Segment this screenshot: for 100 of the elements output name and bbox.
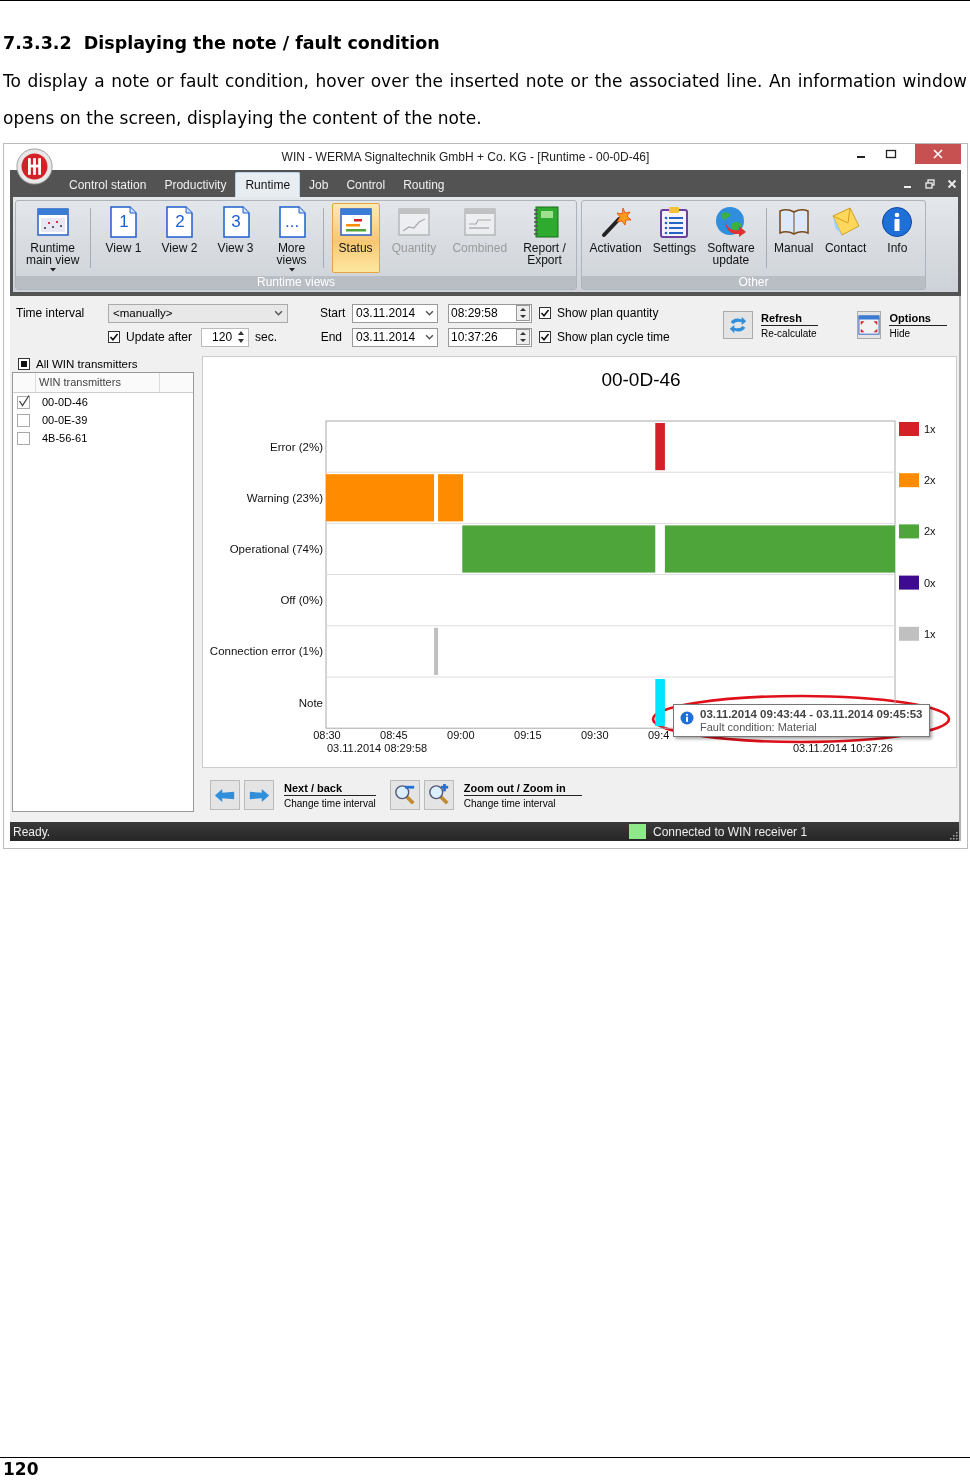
menu-tab[interactable]: Control station xyxy=(60,173,156,197)
toolbar-button[interactable] xyxy=(210,780,240,810)
menu-tab[interactable]: Job xyxy=(300,173,338,197)
axis-tick-label: 09:30 xyxy=(581,729,609,741)
legend-count: 1x xyxy=(924,627,936,640)
axis-tick-label: 08:45 xyxy=(380,729,408,741)
nav-title[interactable]: Next / back xyxy=(284,781,376,796)
magic-wand-icon xyxy=(599,206,632,238)
page-number: 1 xyxy=(118,212,130,232)
paragraph: To display a note or fault condition, hover over the inserted note or the associated line. An information window opens on the screen, displaying the content of the note. xyxy=(3,70,967,130)
ribbon-button[interactable]: Settings xyxy=(648,203,701,273)
interval-dropdown[interactable]: <manually> xyxy=(108,303,288,323)
toolbar-button[interactable] xyxy=(423,780,454,810)
info-icon xyxy=(680,711,694,725)
line-chart-window-icon xyxy=(398,206,430,238)
page-number: ... xyxy=(283,212,301,232)
list-item[interactable]: 00-0E-39 xyxy=(42,414,88,426)
row-label: Off (0%) xyxy=(280,594,323,607)
page-number: 120 xyxy=(3,1458,40,1480)
menu-tab[interactable]: Productivity xyxy=(155,173,236,197)
checkbox[interactable] xyxy=(539,331,551,343)
arrow-left-icon xyxy=(214,787,236,803)
ribbon-button[interactable]: 3 View 3 xyxy=(211,203,260,273)
zoom-out-icon xyxy=(393,784,416,806)
combined-chart-window-icon xyxy=(463,206,496,238)
ribbon-button[interactable]: Contact xyxy=(820,203,871,273)
legend-count: 2x xyxy=(924,525,936,538)
ribbon-button[interactable]: Info xyxy=(873,203,922,273)
checkbox-label: Update after xyxy=(126,330,193,344)
unit-label: sec. xyxy=(255,330,278,344)
chart-title: 00-0D-46 xyxy=(601,369,681,390)
caret-icon xyxy=(49,268,56,272)
legend-count: 2x xyxy=(924,474,936,487)
axis-tick-label: 09:4 xyxy=(647,729,670,741)
ribbon-button[interactable]: Manual xyxy=(769,203,818,273)
toolbar-button[interactable] xyxy=(389,780,420,810)
list-item[interactable]: 00-0D-46 xyxy=(42,396,88,408)
ribbon-button[interactable]: 1 View 1 xyxy=(99,203,148,273)
checkbox[interactable] xyxy=(17,413,30,427)
checkbox-label: All WIN transmitters xyxy=(36,358,138,370)
nav-subtitle: Change time interval xyxy=(284,797,376,809)
toolbar-button[interactable] xyxy=(244,780,274,810)
axis-tick-label: 08:30 xyxy=(313,729,341,741)
close-button[interactable] xyxy=(915,144,961,164)
menu-tab[interactable]: Runtime xyxy=(235,172,301,197)
time-spinner[interactable]: 08:29:58 xyxy=(448,303,532,323)
maximize-icon[interactable] xyxy=(885,148,897,160)
time-spinner[interactable]: 10:37:26 xyxy=(448,327,532,347)
checkbox[interactable] xyxy=(108,331,120,343)
status-text: Ready. xyxy=(13,824,52,839)
resize-grip-icon[interactable] xyxy=(948,830,958,840)
date-picker[interactable]: 03.11.2014 xyxy=(352,303,438,323)
tooltip-text: Fault condition: Material xyxy=(700,721,818,733)
arrow-right-icon xyxy=(248,787,270,803)
window-title: WIN - WERMA Signaltechnik GmbH + Co. KG - [Runtime - 00-0D-46] xyxy=(281,150,650,164)
ribbon-button[interactable]: 2 View 2 xyxy=(155,203,204,273)
section-heading: 7.3.3.2 Displaying the note / fault condition xyxy=(3,32,441,55)
status-bar[interactable] xyxy=(438,474,464,522)
page-number: 2 xyxy=(174,212,186,232)
list-item[interactable]: 4B-56-61 xyxy=(42,432,88,444)
legend-count: 1x xyxy=(924,423,936,435)
row-label: Note xyxy=(298,696,323,709)
row-label: Operational (74%) xyxy=(229,543,323,555)
close-icon[interactable] xyxy=(947,179,957,189)
restore-icon[interactable] xyxy=(925,179,935,189)
row-label: Connection error (1%) xyxy=(209,645,323,658)
axis-start-label: 03.11.2014 08:29:58 xyxy=(327,742,428,754)
legend-count: 0x xyxy=(924,576,936,589)
date-picker[interactable]: 03.11.2014 xyxy=(352,327,438,347)
menu-tab[interactable]: Control xyxy=(337,173,395,197)
action-subtitle: Re-calculate xyxy=(761,327,818,339)
action-button[interactable] xyxy=(723,311,753,339)
axis-tick-label: 09:00 xyxy=(447,729,475,741)
tooltip-title: 03.11.2014 09:43:44 - 03.11.2014 09:45:53 xyxy=(700,708,923,720)
action-button[interactable] xyxy=(857,311,882,339)
checkbox[interactable] xyxy=(17,431,30,445)
action-title[interactable]: Refresh xyxy=(761,311,818,326)
checkbox[interactable] xyxy=(18,358,30,370)
menu-tab[interactable]: Routing xyxy=(394,173,454,197)
checkbox-label: Show plan quantity xyxy=(557,306,659,320)
ribbon-button[interactable]: Status xyxy=(331,203,380,273)
action-subtitle: Hide xyxy=(889,327,911,339)
action-title[interactable]: Options xyxy=(889,311,947,326)
checkbox[interactable] xyxy=(17,395,30,409)
status-bar[interactable] xyxy=(655,423,665,471)
number-spinner[interactable]: 120 xyxy=(201,327,250,347)
column-header: WIN transmitters xyxy=(35,373,159,392)
connection-status: Connected to WIN receiver 1 xyxy=(653,824,808,839)
status-window-icon xyxy=(339,206,372,238)
row-label: Warning (23%) xyxy=(246,491,323,504)
clipboard-list-icon xyxy=(658,206,691,238)
checkbox[interactable] xyxy=(539,307,551,319)
ribbon-button[interactable]: Activation xyxy=(585,203,646,273)
ribbon-button[interactable]: Report / Export xyxy=(519,203,570,273)
ribbon-group-label: Other xyxy=(582,276,925,289)
page-icon xyxy=(107,206,140,238)
nav-title[interactable]: Zoom out / Zoom in xyxy=(463,781,582,796)
zoom-in-icon xyxy=(427,784,450,806)
window-icon xyxy=(858,314,881,336)
connection-indicator xyxy=(629,824,646,839)
